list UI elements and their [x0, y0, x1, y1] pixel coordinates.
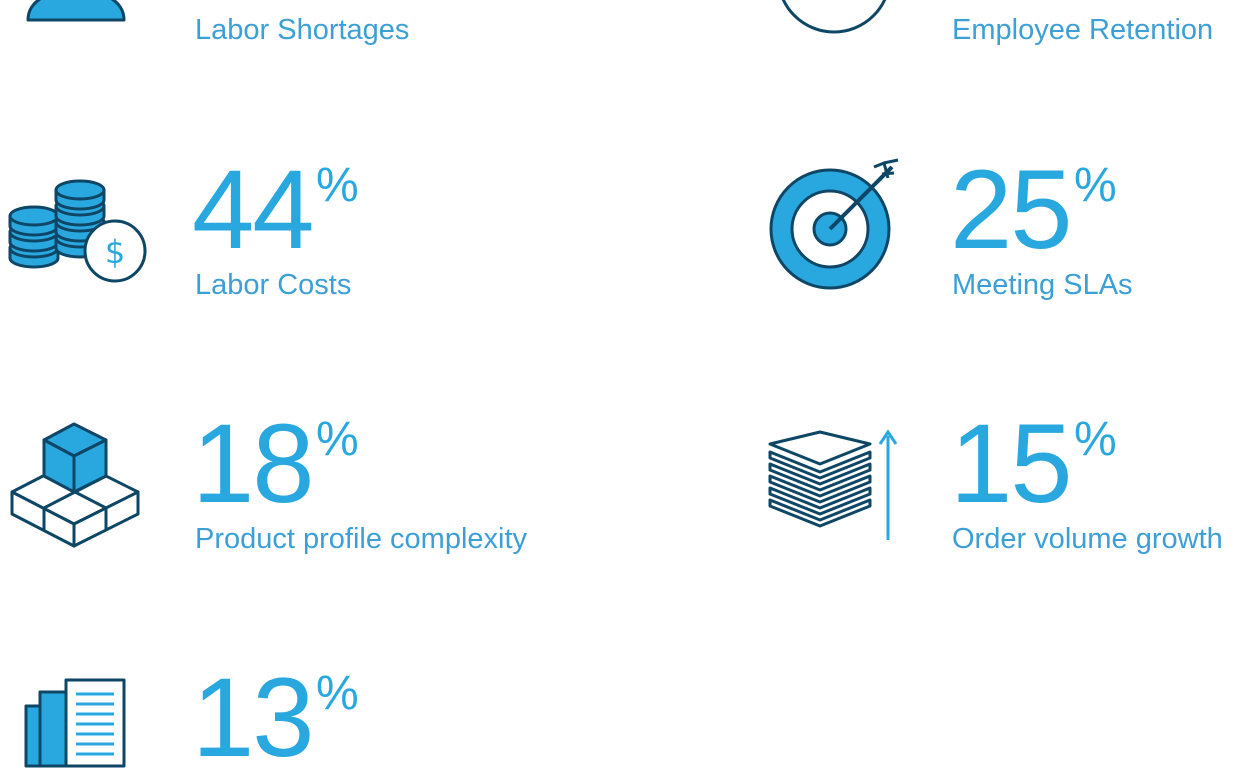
stat-label-meeting-slas: Meeting SLAs [952, 269, 1133, 301]
stat-value-meeting-slas: 25 [950, 147, 1073, 272]
stat-label-order-volume-growth: Order volume growth [952, 523, 1223, 555]
stat-value-labor-costs: 44 [192, 147, 315, 272]
stat-percent-13: % [316, 667, 359, 720]
stat-percent-meeting-slas: % [1074, 159, 1117, 212]
stat-percent-order-volume-growth: % [1074, 413, 1117, 466]
stat-label-product-profile-complexity: Product profile complexity [195, 523, 528, 555]
stat-label-employee-retention: Employee Retention [952, 14, 1214, 46]
stat-value-13: 13 [192, 655, 315, 780]
stacked-layers-arrow-icon [768, 429, 898, 540]
coins-dollar-icon: $ [8, 179, 147, 283]
circle-icon [781, 0, 887, 34]
svg-text:$: $ [105, 233, 125, 271]
target-arrow-icon [769, 158, 899, 290]
stat-label-labor-shortages: Labor Shortages [195, 14, 410, 46]
stat-label-labor-costs: Labor Costs [195, 269, 352, 301]
stat-value-product-profile-complexity: 18 [192, 401, 315, 526]
stat-percent-labor-costs: % [316, 159, 359, 212]
person-icon [26, 0, 126, 22]
documents-icon [24, 678, 126, 768]
stat-percent-product-profile-complexity: % [316, 413, 359, 466]
stat-value-order-volume-growth: 15 [950, 401, 1073, 526]
boxes-icon [10, 422, 140, 548]
